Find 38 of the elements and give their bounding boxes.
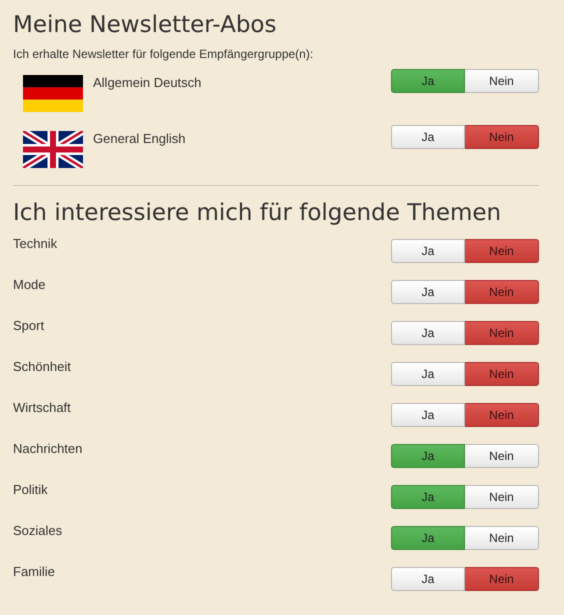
- yes-button[interactable]: Ja: [391, 125, 465, 149]
- no-button[interactable]: Nein: [465, 402, 539, 426]
- topic-label: Familie: [13, 563, 56, 582]
- no-button[interactable]: Nein: [465, 566, 539, 590]
- topic-label: Soziales: [13, 522, 64, 540]
- flag-icon: [23, 75, 83, 112]
- intro-text: Ich erhalte Newsletter für folgende Empfängergruppe(n):: [13, 46, 314, 63]
- no-button[interactable]: Nein: [465, 484, 539, 508]
- topic-label: Schönheit: [13, 358, 72, 376]
- section-heading: Ich interessiere mich für folgende Themen: [13, 199, 502, 228]
- yes-button[interactable]: Ja: [391, 362, 465, 386]
- yes-button[interactable]: Ja: [391, 526, 465, 550]
- no-button[interactable]: Nein: [465, 280, 539, 304]
- yes-button[interactable]: Ja: [391, 402, 465, 426]
- yes-button[interactable]: Ja: [391, 566, 465, 590]
- yes-button[interactable]: Ja: [391, 69, 465, 93]
- no-button[interactable]: Nein: [465, 362, 539, 386]
- yes-button[interactable]: Ja: [391, 444, 465, 468]
- no-button[interactable]: Nein: [465, 238, 539, 262]
- topic-label: Wirtschaft: [13, 399, 72, 418]
- no-button[interactable]: Nein: [465, 320, 539, 344]
- flag-icon: [23, 131, 83, 168]
- yes-button[interactable]: Ja: [391, 320, 465, 344]
- yes-button[interactable]: Ja: [391, 484, 465, 508]
- topic-label: Technik: [13, 235, 58, 254]
- no-button[interactable]: Nein: [465, 526, 539, 550]
- topic-label: Nachrichten: [13, 440, 84, 458]
- no-button[interactable]: Nein: [465, 69, 539, 93]
- topic-label: Mode: [13, 276, 47, 294]
- yes-button[interactable]: Ja: [391, 280, 465, 304]
- section-heading: Meine Newsletter-Abos: [13, 11, 278, 40]
- topic-label: Politik: [13, 481, 49, 500]
- group-label: Allgemein Deutsch: [93, 74, 202, 92]
- topic-label: Sport: [13, 317, 46, 336]
- no-button[interactable]: Nein: [465, 444, 539, 468]
- no-button[interactable]: Nein: [465, 125, 539, 149]
- group-label: General English: [93, 130, 186, 148]
- yes-button[interactable]: Ja: [391, 238, 465, 262]
